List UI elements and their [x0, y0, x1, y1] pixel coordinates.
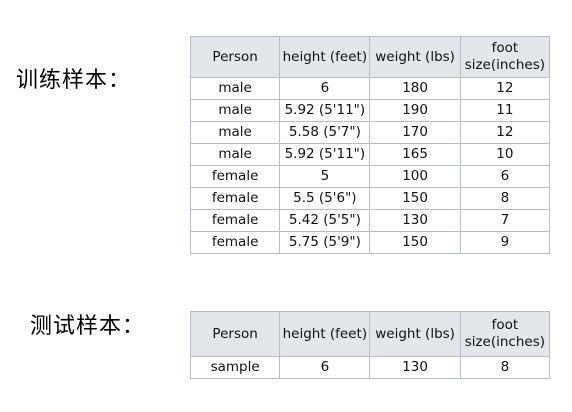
cell-foot-size: 8: [459, 356, 551, 379]
header-person: Person: [189, 36, 281, 78]
table-header-row: Person height (feet) weight (lbs) foot s…: [189, 311, 551, 357]
table-row: male 5.92 (5'11") 165 10: [189, 143, 551, 166]
test-samples-label: 测试样本：: [30, 314, 146, 339]
table-row: male 6 180 12: [189, 77, 551, 100]
cell-person: female: [189, 231, 281, 254]
table-row: female 5 100 6: [189, 165, 551, 188]
cell-height: 6: [279, 356, 371, 379]
table-row: male 5.58 (5'7") 170 12: [189, 121, 551, 144]
cell-person: male: [189, 121, 281, 144]
cell-weight: 150: [369, 231, 461, 254]
cell-foot-size: 12: [459, 121, 551, 144]
cell-foot-size: 6: [459, 165, 551, 188]
cell-weight: 180: [369, 77, 461, 100]
test-table-body: sample 6 130 8: [189, 356, 551, 379]
cell-height: 5.92 (5'11"): [279, 99, 371, 122]
cell-person: male: [189, 143, 281, 166]
cell-weight: 100: [369, 165, 461, 188]
table-header-row: Person height (feet) weight (lbs) foot s…: [189, 36, 551, 78]
cell-height: 5.58 (5'7"): [279, 121, 371, 144]
training-table-body: male 6 180 12 male 5.92 (5'11") 190 11 male 5.58 …: [189, 77, 551, 254]
header-weight: weight (lbs): [369, 36, 461, 78]
table-row: male 5.92 (5'11") 190 11: [189, 99, 551, 122]
cell-weight: 130: [369, 356, 461, 379]
table-row: sample 6 130 8: [189, 356, 551, 379]
training-samples-table: Person height (feet) weight (lbs) foot s…: [189, 36, 551, 254]
cell-height: 5.75 (5'9"): [279, 231, 371, 254]
cell-height: 5.92 (5'11"): [279, 143, 371, 166]
table-row: female 5.75 (5'9") 150 9: [189, 231, 551, 254]
cell-person: female: [189, 187, 281, 210]
header-person: Person: [189, 311, 281, 357]
cell-foot-size: 10: [459, 143, 551, 166]
table-row: female 5.5 (5'6") 150 8: [189, 187, 551, 210]
cell-foot-size: 11: [459, 99, 551, 122]
cell-height: 5: [279, 165, 371, 188]
cell-foot-size: 12: [459, 77, 551, 100]
page: 训练样本： Person height (feet) weight (lbs) …: [0, 0, 572, 412]
table-row: female 5.42 (5'5") 130 7: [189, 209, 551, 232]
cell-weight: 170: [369, 121, 461, 144]
cell-height: 5.5 (5'6"): [279, 187, 371, 210]
cell-person: female: [189, 209, 281, 232]
cell-foot-size: 8: [459, 187, 551, 210]
header-foot-size: foot size(inches): [459, 36, 551, 78]
header-height: height (feet): [279, 36, 371, 78]
cell-person: male: [189, 99, 281, 122]
header-height: height (feet): [279, 311, 371, 357]
cell-weight: 150: [369, 187, 461, 210]
cell-weight: 165: [369, 143, 461, 166]
cell-height: 6: [279, 77, 371, 100]
cell-foot-size: 9: [459, 231, 551, 254]
cell-person: sample: [189, 356, 281, 379]
test-samples-table: Person height (feet) weight (lbs) foot s…: [189, 311, 551, 379]
cell-person: male: [189, 77, 281, 100]
cell-weight: 130: [369, 209, 461, 232]
cell-foot-size: 7: [459, 209, 551, 232]
header-foot-size: foot size(inches): [459, 311, 551, 357]
cell-person: female: [189, 165, 281, 188]
cell-height: 5.42 (5'5"): [279, 209, 371, 232]
cell-weight: 190: [369, 99, 461, 122]
training-samples-label: 训练样本：: [16, 68, 132, 93]
header-weight: weight (lbs): [369, 311, 461, 357]
